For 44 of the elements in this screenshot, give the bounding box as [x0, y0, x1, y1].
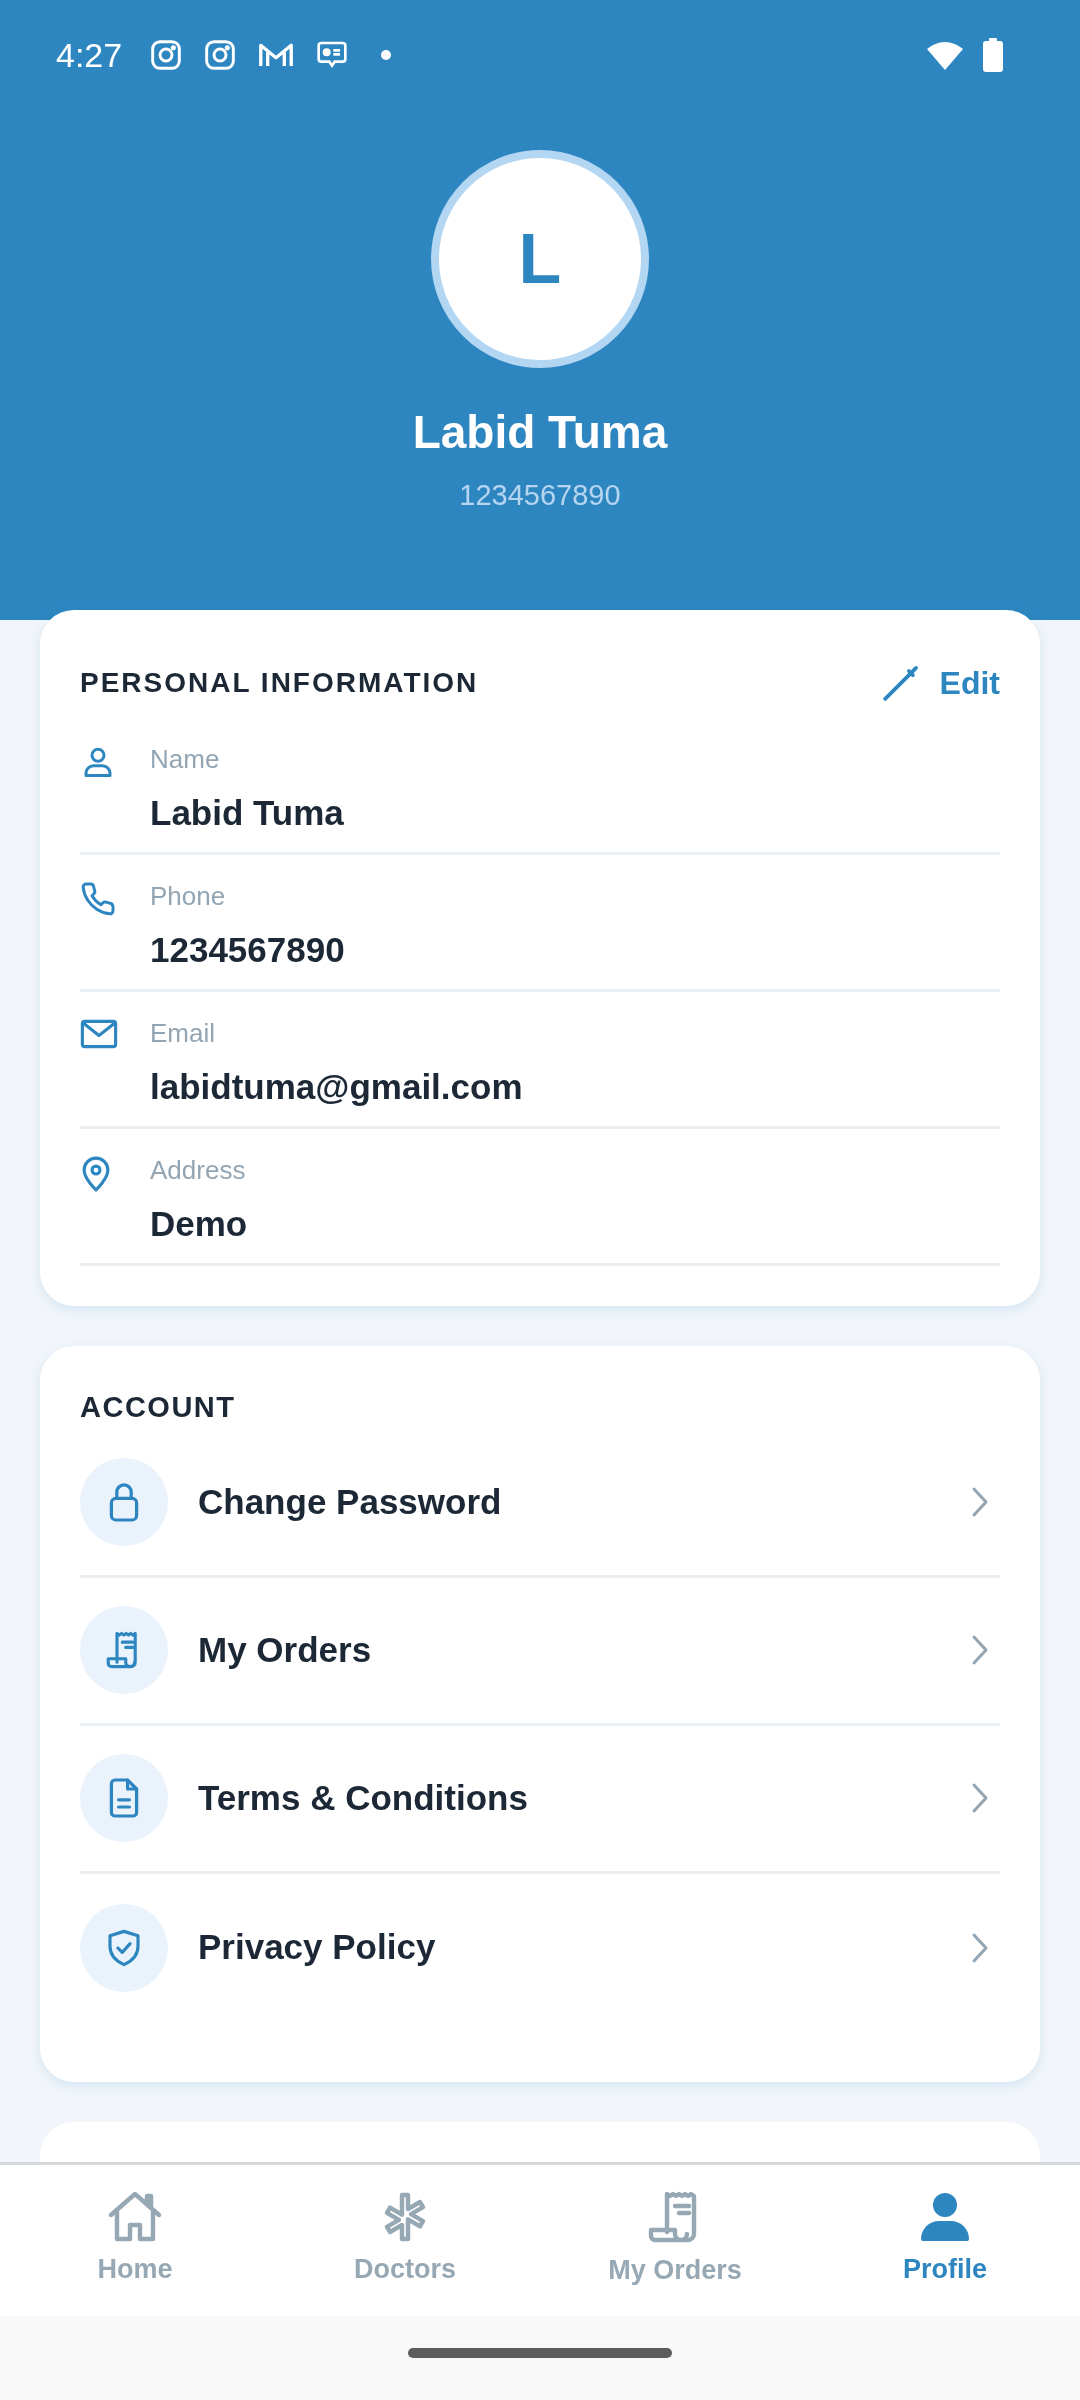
- location-pin-icon: [80, 1155, 112, 1193]
- mail-icon: [258, 41, 295, 69]
- field-value: Demo: [150, 1203, 248, 1245]
- section-title: ACCOUNT: [80, 1390, 237, 1425]
- chevron-right-icon: [970, 1782, 990, 1814]
- camera-app-icon: [150, 39, 183, 71]
- field-label: Name: [150, 743, 221, 776]
- profile-phone: 1234567890: [459, 478, 621, 513]
- field-value: 1234567890: [150, 929, 345, 971]
- chevron-right-icon: [970, 1634, 990, 1666]
- nav-tab[interactable]: Profile: [810, 2164, 1080, 2316]
- menu-item[interactable]: Terms & Conditions: [80, 1725, 1000, 1874]
- status-time: 4:27: [56, 34, 123, 76]
- menu-item[interactable]: My Orders: [80, 1577, 1000, 1726]
- dot-icon: [380, 49, 393, 61]
- field-label: Email: [150, 1017, 216, 1050]
- menu-item-label: Change Password: [198, 1480, 502, 1523]
- chevron-right-icon: [970, 1931, 990, 1964]
- field-value: labidtuma@gmail.com: [150, 1066, 523, 1108]
- nav-tab[interactable]: My Orders: [540, 2164, 810, 2316]
- avatar-initial: L: [518, 218, 562, 300]
- profile-name: Labid Tuma: [412, 405, 668, 460]
- battery-icon: [982, 38, 1004, 72]
- section-title: PERSONAL INFORMATION: [80, 666, 479, 700]
- envelope-icon: [80, 1018, 118, 1050]
- menu-item-label: Privacy Policy: [198, 1926, 436, 1969]
- wifi-icon: [926, 39, 964, 71]
- house-icon: [107, 2190, 163, 2243]
- phone-icon: [80, 881, 116, 917]
- chevron-right-icon: [970, 1486, 990, 1518]
- field-label: Phone: [150, 880, 227, 913]
- nav-tab[interactable]: Doctors: [270, 2164, 540, 2316]
- person-icon: [919, 2190, 971, 2243]
- menu-item-label: Terms & Conditions: [198, 1776, 528, 1819]
- field-value: Labid Tuma: [150, 792, 344, 834]
- menu-item[interactable]: Privacy Policy: [80, 1873, 1000, 2022]
- chat-bubble-icon: [316, 40, 349, 70]
- menu-item[interactable]: Change Password: [80, 1429, 1000, 1578]
- nav-tab[interactable]: Home: [0, 2164, 270, 2316]
- camera-app-icon: [204, 39, 237, 71]
- pencil-icon: [881, 664, 920, 702]
- field-label: Address: [150, 1154, 247, 1187]
- menu-item-label: My Orders: [198, 1628, 372, 1671]
- edit-button[interactable]: Edit: [881, 659, 1000, 707]
